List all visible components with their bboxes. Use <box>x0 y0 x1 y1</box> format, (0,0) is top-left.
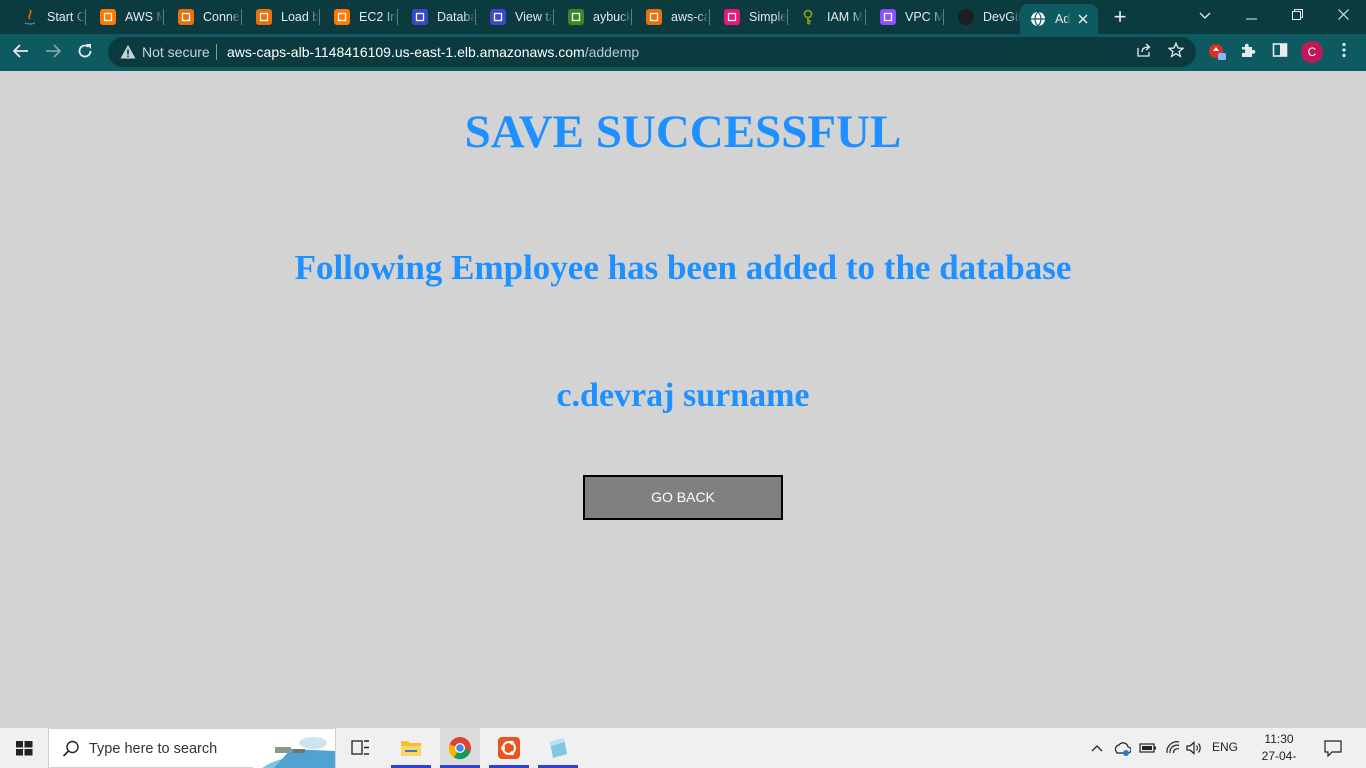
browser-tab[interactable]: EC2 Ins <box>320 0 398 34</box>
tab-title: AWS M <box>125 10 163 24</box>
browser-tab[interactable]: Load b <box>242 0 320 34</box>
browser-tab[interactable]: aws-ca <box>632 0 710 34</box>
chrome-icon <box>448 737 471 760</box>
browser-tab[interactable]: Simple <box>710 0 788 34</box>
browser-tab[interactable]: Databa <box>398 0 476 34</box>
browser-tab[interactable]: AWS M <box>86 0 164 34</box>
aws-rds-icon <box>490 9 506 25</box>
address-bar[interactable]: Not secure aws-caps-alb-1148416109.us-ea… <box>108 37 1196 67</box>
github-icon <box>958 9 974 25</box>
globe-icon <box>1030 11 1046 27</box>
aws-sns-icon <box>724 9 740 25</box>
address-divider <box>216 44 217 60</box>
bookmark-star-icon[interactable] <box>1166 41 1186 62</box>
browser-tab[interactable]: VPC M <box>866 0 944 34</box>
tab-title: Load b <box>281 10 319 24</box>
chrome-button[interactable] <box>440 728 480 768</box>
aws-cube-icon <box>100 9 116 25</box>
search-placeholder: Type here to search <box>89 741 218 757</box>
aws-vpc-icon <box>880 9 896 25</box>
tab-title: VPC M <box>905 10 943 24</box>
notepad-button[interactable] <box>538 728 578 768</box>
new-tab-button[interactable]: + <box>1109 6 1131 28</box>
profile-avatar[interactable]: C <box>1301 41 1323 63</box>
search-highlight-illustration-icon <box>253 729 335 768</box>
tab-title: EC2 Ins <box>359 10 397 24</box>
aws-service-icon <box>256 9 272 25</box>
aws-lambda-icon <box>646 9 662 25</box>
windows-taskbar: Type here to search ENG 11:30 27-04- <box>0 728 1366 768</box>
browser-tab[interactable]: Start Co <box>8 0 86 34</box>
extension-icon[interactable] <box>1206 42 1228 64</box>
clock-time: 11:30 <box>1264 732 1294 746</box>
show-hidden-icons-chevron-icon[interactable] <box>1090 738 1104 758</box>
back-button[interactable] <box>8 40 34 66</box>
tab-title: Connec <box>203 10 241 24</box>
folder-icon <box>401 741 421 756</box>
aws-s3-icon <box>568 9 584 25</box>
tab-strip: Start Co AWS M Connec Load b EC2 Ins Databa Vi… <box>0 0 1366 34</box>
wifi-icon[interactable] <box>1164 738 1182 758</box>
search-icon <box>61 739 81 759</box>
confirmation-message: Following Employee has been added to the… <box>294 248 1072 287</box>
battery-icon[interactable] <box>1139 738 1157 758</box>
key-icon <box>802 9 818 25</box>
start-button[interactable] <box>0 728 48 768</box>
go-back-button[interactable]: GO BACK <box>583 475 783 520</box>
ubuntu-icon <box>498 737 520 759</box>
extensions-puzzle-icon[interactable] <box>1237 42 1259 64</box>
warning-icon[interactable] <box>120 44 136 60</box>
notification-center-icon[interactable] <box>1323 738 1343 758</box>
security-label[interactable]: Not secure <box>142 44 210 60</box>
taskbar-search[interactable]: Type here to search <box>48 728 336 768</box>
reload-button[interactable] <box>72 40 98 66</box>
onedrive-sync-icon[interactable] <box>1113 738 1132 758</box>
tab-title: aybuck <box>593 10 631 24</box>
ubuntu-button[interactable] <box>489 728 529 768</box>
close-window-button[interactable] <box>1320 0 1366 32</box>
browser-toolbar: Not secure aws-caps-alb-1148416109.us-ea… <box>0 34 1366 71</box>
url-host: aws-caps-alb-1148416109.us-east-1.elb.am… <box>227 44 585 60</box>
language-indicator[interactable]: ENG <box>1212 740 1238 760</box>
forward-button[interactable] <box>40 40 66 66</box>
employee-name: c.devraj surname <box>556 377 810 414</box>
clock-date: 27-04-2023 <box>1261 749 1297 768</box>
tab-title: DevGit <box>983 10 1021 24</box>
restore-button[interactable] <box>1274 0 1320 32</box>
tab-title: IAM M <box>827 10 864 24</box>
side-panel-icon[interactable] <box>1269 42 1291 64</box>
browser-tab[interactable]: View ta <box>476 0 554 34</box>
browser-tab[interactable]: IAM M <box>788 0 866 34</box>
taskbar-clock[interactable]: 11:30 27-04-2023 <box>1250 731 1308 768</box>
aws-cube-icon <box>334 9 350 25</box>
file-explorer-button[interactable] <box>391 728 431 768</box>
tab-title: Ad <box>1055 12 1071 26</box>
task-view-button[interactable] <box>340 728 380 768</box>
aws-rds-icon <box>412 9 428 25</box>
windows-logo-icon <box>16 741 33 756</box>
tab-search-chevron-icon[interactable] <box>1182 0 1228 32</box>
minimize-button[interactable] <box>1228 0 1274 32</box>
browser-tab[interactable]: aybuck <box>554 0 632 34</box>
java-icon <box>22 9 38 25</box>
tab-title: Start Co <box>47 10 85 24</box>
page-title: SAVE SUCCESSFUL <box>464 106 902 158</box>
url-text[interactable]: aws-caps-alb-1148416109.us-east-1.elb.am… <box>227 44 639 60</box>
browser-tab[interactable]: DevGit <box>944 0 1022 34</box>
url-path: /addemp <box>584 44 640 60</box>
tab-title: View ta <box>515 10 553 24</box>
close-tab-icon[interactable] <box>1078 11 1088 27</box>
tab-title: Databa <box>437 10 475 24</box>
aws-service-icon <box>178 9 194 25</box>
page-content: SAVE SUCCESSFUL Following Employee has b… <box>0 71 1366 728</box>
tab-title: aws-ca <box>671 10 709 24</box>
more-menu-icon[interactable] <box>1333 42 1355 64</box>
share-icon[interactable] <box>1134 42 1154 62</box>
browser-tab[interactable]: Ad <box>1020 4 1098 34</box>
notepad-icon <box>550 738 567 758</box>
tab-title: Simple <box>749 10 787 24</box>
browser-tab[interactable]: Connec <box>164 0 242 34</box>
volume-icon[interactable] <box>1185 738 1205 758</box>
